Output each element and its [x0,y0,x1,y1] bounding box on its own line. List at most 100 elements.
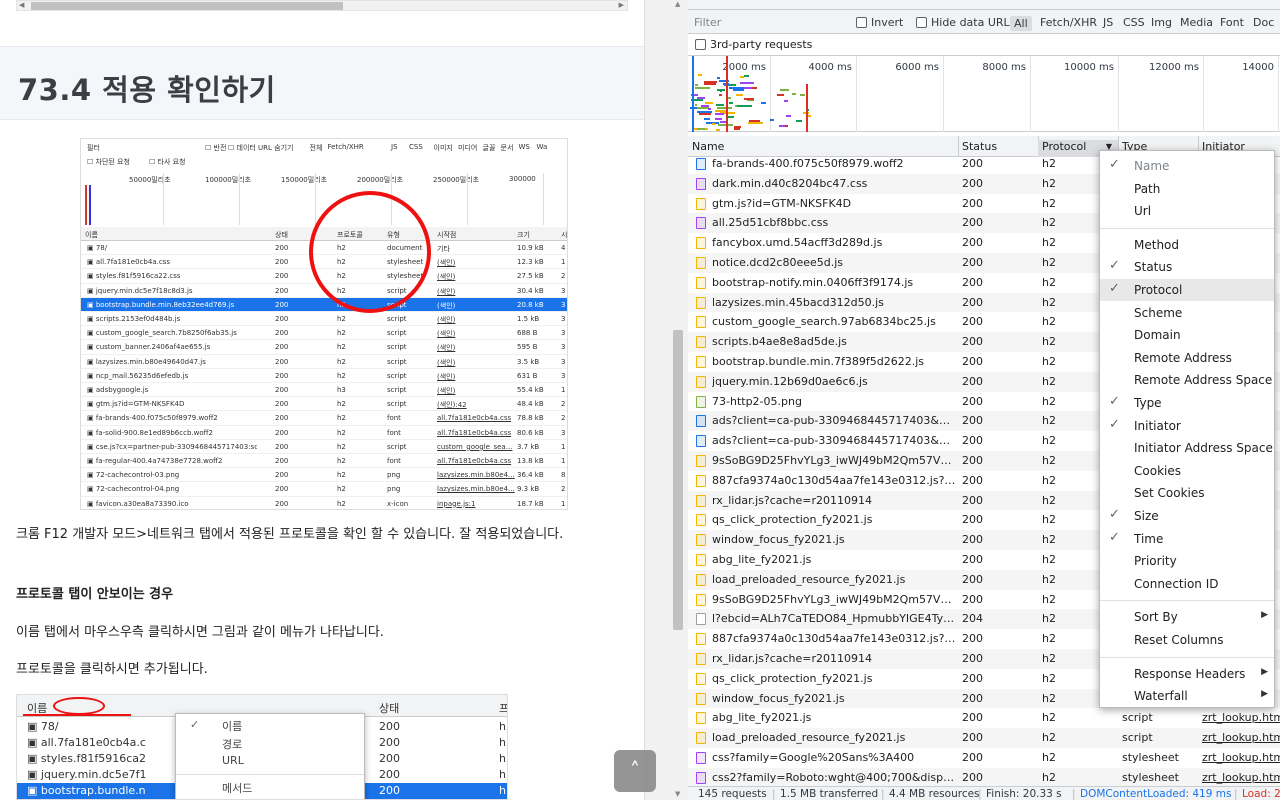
request-name[interactable]: 887cfa9374a0c130d54aa7fe143e0312.js?tag=… [712,474,956,487]
request-name[interactable]: abg_lite_fy2021.js [712,553,956,566]
request-row[interactable]: css2?family=Roboto:wght@400;700&display=… [688,767,1280,787]
page-scrollbar-thumb[interactable] [673,330,683,630]
table-cell: 200 [275,442,289,451]
type-filter-img[interactable]: Img [1151,16,1172,29]
menu-item-remote-address[interactable]: Remote Address [1100,347,1274,369]
request-initiator[interactable]: zrt_lookup.html [1202,771,1280,784]
request-name[interactable]: ads?client=ca-pub-3309468445717403&outp.… [712,434,956,447]
menu-item-status[interactable]: ✓ Status [1100,256,1274,278]
request-name[interactable]: 9sSoBG9D25FhvYLg3_iwWJ49bM2Qm57VxEM... [712,454,956,467]
menu-item-response-headers[interactable]: Response Headers ▶ [1100,663,1274,685]
request-name[interactable]: l?ebcid=ALh7CaTEDO84_HpmubbYIGE4TyeUd... [712,612,956,625]
menu-item-method[interactable]: Method [1100,234,1274,256]
request-name[interactable]: window_focus_fy2021.js [712,692,956,705]
request-name[interactable]: all.25d51cbf8bbc.css [712,216,956,229]
request-name[interactable]: abg_lite_fy2021.js [712,711,956,724]
request-initiator[interactable]: zrt_lookup.html [1202,751,1280,764]
type-filter-fetch[interactable]: Fetch/XHR [1040,16,1097,29]
timeline-overview[interactable]: 2000 ms 4000 ms 6000 ms 8000 ms 10000 ms 1200… [688,56,1280,132]
type-filter-font[interactable]: Font [1220,16,1244,29]
menu-item-set-cookies[interactable]: Set Cookies [1100,482,1274,504]
request-name[interactable]: fancybox.umd.54acff3d289d.js [712,236,956,249]
menu-item-connection-id[interactable]: Connection ID [1100,573,1274,595]
scroll-right-arrow-icon[interactable]: ▶ [619,1,624,9]
menu-item-sort-by[interactable]: Sort By ▶ [1100,606,1274,628]
menu-item-priority[interactable]: Priority [1100,550,1274,572]
request-name[interactable]: window_focus_fy2021.js [712,533,956,546]
css-file-icon [696,752,706,764]
request-name[interactable]: bootstrap-notify.min.0406ff3f9174.js [712,276,956,289]
request-status: 200 [962,236,983,250]
request-name[interactable]: dark.min.d40c8204bc47.css [712,177,956,190]
request-name[interactable]: qs_click_protection_fy2021.js [712,672,956,685]
request-row[interactable]: css?family=Google%20Sans%3A400 200 h2 style… [688,748,1280,768]
column-name[interactable]: Name [692,140,724,153]
request-name[interactable]: 887cfa9374a0c130d54aa7fe143e0312.js?tag=… [712,632,956,645]
request-name[interactable]: 9sSoBG9D25FhvYLg3_iwWJ49bM2Qm57VxEM... [712,593,956,606]
menu-item-path[interactable]: Path [1100,178,1274,200]
request-initiator[interactable]: zrt_lookup.html [1202,711,1280,724]
request-name[interactable]: lazysizes.min.45bacd312d50.js [712,296,956,309]
request-name[interactable]: jquery.min.12b69d0ae6c6.js [712,375,956,388]
column-status[interactable]: Status [962,140,997,153]
filter-option: WS [518,143,530,151]
menu-item-initiator[interactable]: ✓ Initiator [1100,415,1274,437]
table-cell: ▣ 72-cachecontrol-04.png [87,485,180,494]
table-cell: (색인) [437,372,456,381]
scroll-up-arrow-icon[interactable]: ▲ [675,0,680,8]
menu-item-waterfall[interactable]: Waterfall ▶ [1100,685,1274,707]
scroll-to-top-button[interactable]: ˄ [614,750,656,792]
request-name[interactable]: load_preloaded_resource_fy2021.js [712,573,956,586]
request-name[interactable]: css?family=Google%20Sans%3A400 [712,751,956,764]
menu-item-reset-columns[interactable]: Reset Columns [1100,629,1274,651]
request-name[interactable]: custom_google_search.97ab6834bc25.js [712,315,956,328]
menu-item-time[interactable]: ✓ Time [1100,528,1274,550]
scrollbar-thumb[interactable] [31,2,343,10]
menu-item-protocol[interactable]: ✓ Protocol [1100,279,1274,301]
table-cell: 1 [561,258,566,267]
request-name[interactable]: fa-brands-400.f075c50f8979.woff2 [712,157,956,170]
type-filter-media[interactable]: Media [1180,16,1213,29]
filter-input[interactable]: Filter [694,16,721,29]
menu-item-initiator-address-space[interactable]: Initiator Address Space [1100,437,1274,459]
type-filter-doc[interactable]: Doc [1253,16,1274,29]
table-cell: h2 [337,343,346,352]
menu-item-cookies[interactable]: Cookies [1100,460,1274,482]
request-name[interactable]: qs_click_protection_fy2021.js [712,513,956,526]
request-initiator[interactable]: zrt_lookup.html [1202,731,1280,744]
scroll-left-arrow-icon[interactable]: ◀ [19,1,24,9]
request-name[interactable]: rx_lidar.js?cache=r20110914 [712,494,956,507]
menu-item-domain[interactable]: Domain [1100,324,1274,346]
column-divider[interactable] [958,136,959,157]
request-name[interactable]: load_preloaded_resource_fy2021.js [712,731,956,744]
request-name[interactable]: scripts.b4ae8e8ad5de.js [712,335,956,348]
request-name[interactable]: notice.dcd2c80eee5d.js [712,256,956,269]
invert-checkbox[interactable]: Invert [856,16,903,29]
type-filter-css[interactable]: CSS [1123,16,1145,29]
request-name[interactable]: 73-http2-05.png [712,395,956,408]
menu-item-scheme[interactable]: Scheme [1100,302,1274,324]
page-scrollbar[interactable]: ▲ ▼ [644,0,688,800]
request-name[interactable]: css2?family=Roboto:wght@400;700&display=… [712,771,956,784]
hide-data-urls-checkbox[interactable]: Hide data URLs [916,16,1015,29]
type-filter-js[interactable]: JS [1103,16,1113,29]
request-name[interactable]: rx_lidar.js?cache=r20110914 [712,652,956,665]
menu-item-remote-address-space[interactable]: Remote Address Space [1100,369,1274,391]
table-cell: 1 [561,386,566,394]
request-name[interactable]: gtm.js?id=GTM-NKSFK4D [712,197,956,210]
menu-item-size[interactable]: ✓ Size [1100,505,1274,527]
code-horizontal-scrollbar[interactable]: ◀ ▶ [16,0,628,11]
table-cell: all.7fa181e0cb4a.css [437,414,512,423]
request-row[interactable]: abg_lite_fy2021.js 200 h2 script zrt_lookup.… [688,708,1280,729]
request-protocol: h2 [1042,671,1056,685]
type-filter-all[interactable]: All [1010,16,1032,31]
request-row[interactable]: load_preloaded_resource_fy2021.js 200 h2 sc… [688,728,1280,748]
menu-item-url[interactable]: Url [1100,200,1274,222]
menu-item-type[interactable]: ✓ Type [1100,392,1274,414]
waterfall-bar [769,118,775,121]
waterfall-bar [791,93,797,96]
request-name[interactable]: bootstrap.bundle.min.7f389f5d2622.js [712,355,956,368]
request-name[interactable]: ads?client=ca-pub-3309468445717403&outp.… [712,414,956,427]
third-party-checkbox[interactable]: 3rd-party requests [695,38,812,51]
scroll-down-arrow-icon[interactable]: ▼ [675,790,680,798]
